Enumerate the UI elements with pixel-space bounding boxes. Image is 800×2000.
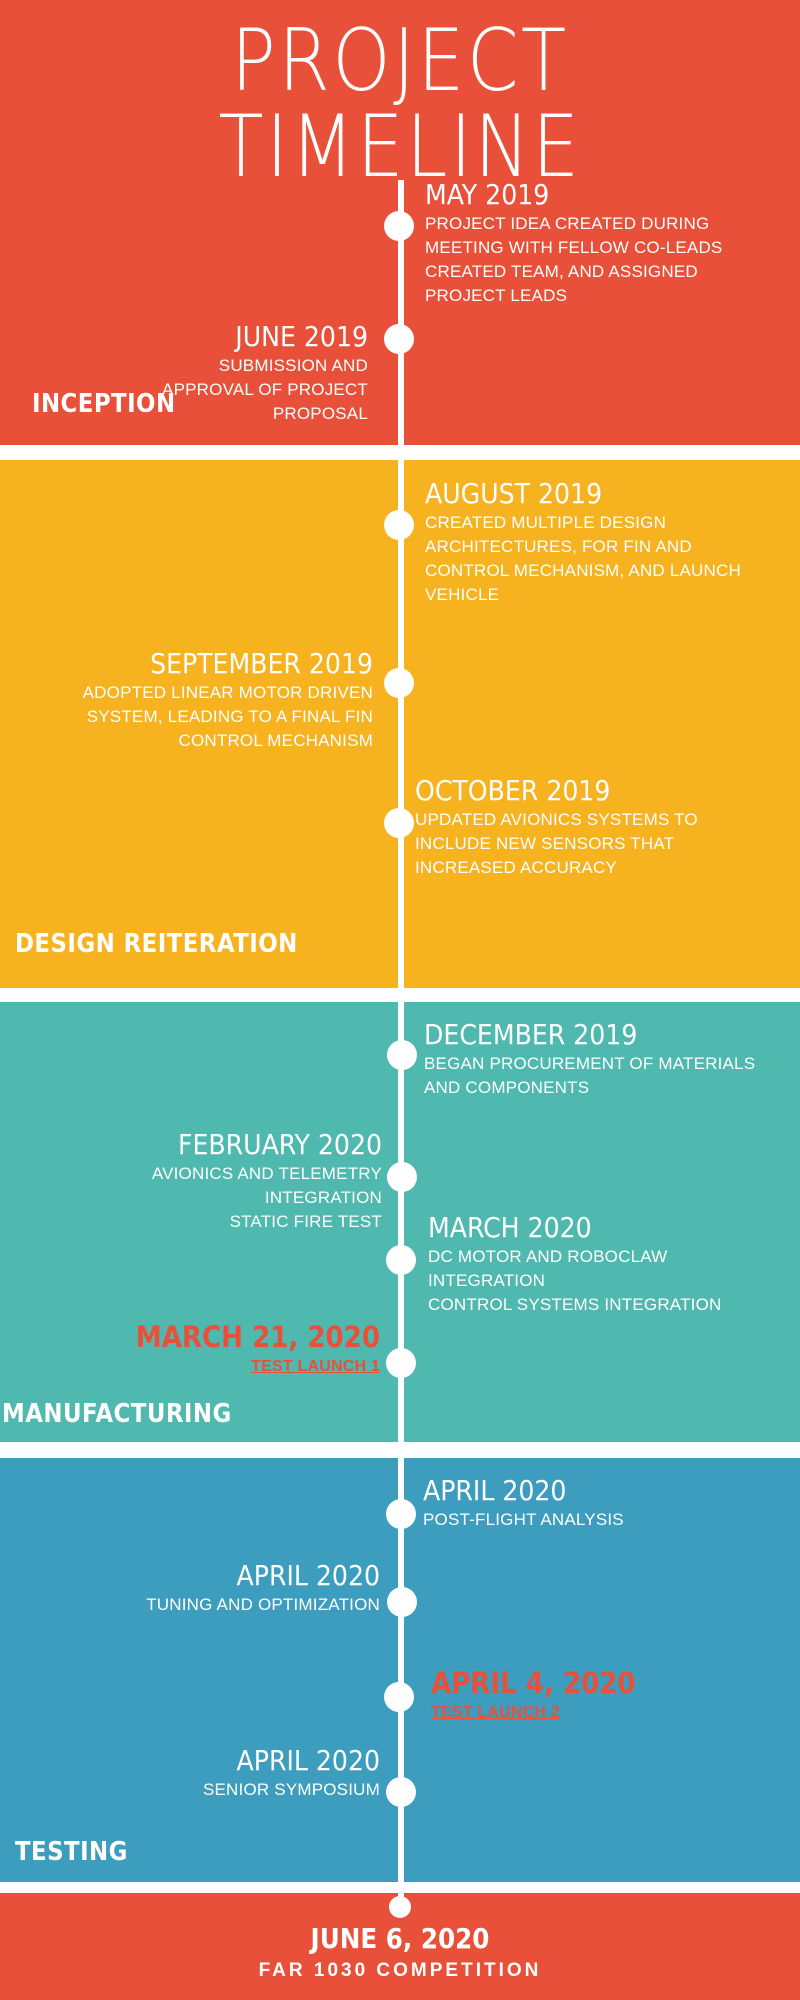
- event-description: BEGAN PROCUREMENT OF MATERIALS AND COMPO…: [424, 1053, 756, 1097]
- event-june-2019: JUNE 2019 SUBMISSION AND APPROVAL OF PRO…: [162, 320, 368, 426]
- event-april-2020-symposium: APRIL 2020 SENIOR SYMPOSIUM: [203, 1744, 380, 1802]
- timeline-dot: [386, 1777, 416, 1807]
- event-date: JUNE 2019: [235, 320, 368, 353]
- event-date: APRIL 2020: [236, 1744, 380, 1777]
- event-test-launch-1: MARCH 21, 2020 TEST LAUNCH 1: [136, 1320, 380, 1379]
- event-april-2020-analysis: APRIL 2020 POST-FLIGHT ANALYSIS: [423, 1474, 624, 1532]
- event-april-2020-tuning: APRIL 2020 TUNING AND OPTIMIZATION: [146, 1559, 380, 1617]
- timeline-dot: [384, 510, 414, 540]
- event-date: APRIL 2020: [236, 1559, 380, 1592]
- phase-label-testing: TESTING: [15, 1837, 128, 1867]
- phase-label-manufacturing: MANUFACTURING: [2, 1399, 232, 1429]
- event-date: APRIL 4, 2020: [431, 1666, 636, 1700]
- event-description: ADOPTED LINEAR MOTOR DRIVEN SYSTEM, LEAD…: [82, 682, 373, 750]
- event-description: DC MOTOR AND ROBOCLAW INTEGRATION CONTRO…: [428, 1246, 722, 1314]
- event-december-2019: DECEMBER 2019 BEGAN PROCUREMENT OF MATER…: [424, 1018, 755, 1100]
- event-description: UPDATED AVIONICS SYSTEMS TO INCLUDE NEW …: [415, 809, 698, 877]
- timeline-dot: [384, 211, 414, 241]
- timeline-dot: [389, 1896, 411, 1918]
- event-description: POST-FLIGHT ANALYSIS: [423, 1509, 624, 1529]
- timeline-dot: [387, 1040, 417, 1070]
- event-date: APRIL 2020: [423, 1474, 567, 1507]
- phase-label-inception: INCEPTION: [32, 389, 176, 419]
- event-march-2020: MARCH 2020 DC MOTOR AND ROBOCLAW INTEGRA…: [428, 1211, 721, 1317]
- event-description: SENIOR SYMPOSIUM: [202, 1779, 380, 1799]
- timeline-dot: [386, 1245, 416, 1275]
- event-date: DECEMBER 2019: [424, 1018, 638, 1051]
- phase-label-design: DESIGN REITERATION: [15, 929, 298, 959]
- event-september-2019: SEPTEMBER 2019 ADOPTED LINEAR MOTOR DRIV…: [83, 647, 373, 753]
- event-test-launch-2: APRIL 4, 2020 TEST LAUNCH 2: [431, 1666, 636, 1725]
- timeline-dot: [386, 1348, 416, 1378]
- event-date: MAY 2019: [425, 178, 550, 211]
- timeline-dot: [384, 808, 414, 838]
- timeline-dot: [384, 668, 414, 698]
- event-description: SUBMISSION AND APPROVAL OF PROJECT PROPO…: [162, 355, 368, 423]
- event-date: MARCH 21, 2020: [135, 1320, 380, 1354]
- event-description: PROJECT IDEA CREATED DURING MEETING WITH…: [425, 213, 723, 305]
- event-date: MARCH 2020: [428, 1211, 592, 1244]
- event-date: AUGUST 2019: [425, 477, 603, 510]
- final-milestone-date: JUNE 6, 2020: [310, 1922, 490, 1955]
- timeline-dot: [387, 1587, 417, 1617]
- event-august-2019: AUGUST 2019 CREATED MULTIPLE DESIGN ARCH…: [425, 477, 741, 607]
- timeline-dot: [384, 1682, 414, 1712]
- timeline-dot: [384, 324, 414, 354]
- event-date: FEBRUARY 2020: [177, 1128, 382, 1161]
- event-description: AVIONICS AND TELEMETRY INTEGRATION STATI…: [151, 1163, 382, 1231]
- event-date: OCTOBER 2019: [415, 774, 611, 807]
- timeline-dot: [386, 1499, 416, 1529]
- page-title: PROJECT TIMELINE: [218, 11, 582, 197]
- event-may-2019: MAY 2019 PROJECT IDEA CREATED DURING MEE…: [425, 178, 722, 308]
- final-milestone-label: FAR 1030 COMPETITION: [258, 1960, 542, 1981]
- timeline-dot: [387, 1162, 417, 1192]
- test-launch-link: TEST LAUNCH 1: [251, 1357, 380, 1375]
- event-description: TUNING AND OPTIMIZATION: [146, 1594, 380, 1614]
- event-date: SEPTEMBER 2019: [150, 647, 373, 680]
- test-launch-link: TEST LAUNCH 2: [431, 1703, 560, 1721]
- event-october-2019: OCTOBER 2019 UPDATED AVIONICS SYSTEMS TO…: [415, 774, 698, 880]
- event-description: CREATED MULTIPLE DESIGN ARCHITECTURES, F…: [425, 512, 741, 604]
- event-february-2020: FEBRUARY 2020 AVIONICS AND TELEMETRY INT…: [152, 1128, 382, 1234]
